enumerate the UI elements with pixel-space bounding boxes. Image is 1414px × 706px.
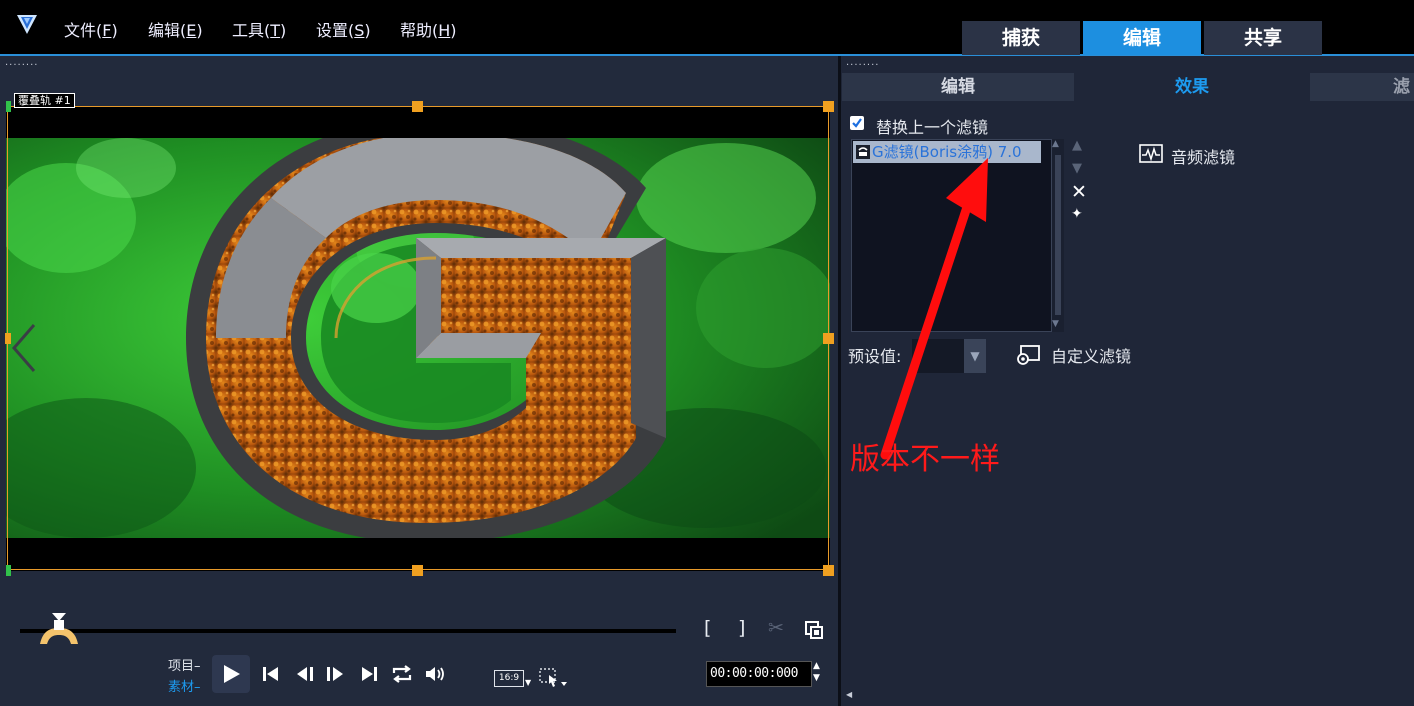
menu-edit-close: ) <box>196 21 203 40</box>
panel-grip-right[interactable]: ········ <box>846 61 879 71</box>
menu-help-key: H <box>438 21 451 40</box>
repeat-icon[interactable] <box>391 664 413 684</box>
tab-partial[interactable]: 滤 <box>1310 73 1414 101</box>
mode-tab-share[interactable]: 共享 <box>1204 21 1322 55</box>
selection-mode-icon[interactable] <box>539 668 569 688</box>
scroll-thumb[interactable] <box>1055 155 1061 315</box>
app-logo-icon[interactable] <box>16 12 38 36</box>
volume-icon[interactable] <box>424 664 446 684</box>
menu-edit-label: 编辑( <box>148 21 187 40</box>
mark-out-icon[interactable]: ] <box>738 617 745 639</box>
overlay-track-label: 覆叠轨 #1 <box>14 93 75 108</box>
audio-filter-icon[interactable] <box>1139 144 1163 164</box>
mode-tab-capture[interactable]: 捕获 <box>962 21 1080 55</box>
resize-handle-top[interactable] <box>412 101 423 112</box>
resize-handle-bottom[interactable] <box>412 565 423 576</box>
previous-frame-icon[interactable] <box>296 666 316 682</box>
replace-filter-checkbox[interactable] <box>850 116 864 130</box>
menu-file-label: 文件( <box>64 21 103 40</box>
corner-handle-top-left[interactable] <box>6 101 11 112</box>
tab-edit[interactable]: 编辑 <box>842 73 1074 101</box>
menu-help-close: ) <box>450 21 457 40</box>
mode-tab-edit[interactable]: 编辑 <box>1083 21 1201 55</box>
annotation-text: 版本不一样 <box>850 442 1000 477</box>
aspect-ratio-button[interactable]: 16:9 <box>494 670 524 687</box>
menu-tools-label: 工具( <box>232 21 271 40</box>
menu-settings-key: S <box>354 21 365 40</box>
delete-filter-icon[interactable]: ✕ <box>1071 181 1087 203</box>
menu-edit-key: E <box>186 21 197 40</box>
copy-frame-icon[interactable] <box>804 620 824 640</box>
menu-settings-close: ) <box>364 21 371 40</box>
menu-file-close: ) <box>111 21 118 40</box>
project-mode-toggle[interactable]: 项目– <box>168 655 201 674</box>
prev-arrow-icon[interactable] <box>10 322 38 374</box>
timecode-field[interactable]: 00:00:00:000 <box>706 661 812 687</box>
menu-tools-key: T <box>270 21 281 40</box>
resize-handle-right[interactable] <box>823 333 834 344</box>
panel-grip-left[interactable]: ········ <box>5 61 38 71</box>
play-button[interactable] <box>212 655 250 693</box>
audio-filter-label[interactable]: 音频滤镜 <box>1171 144 1235 168</box>
mark-in-icon[interactable]: [ <box>704 617 711 639</box>
next-frame-icon[interactable] <box>325 666 345 682</box>
corner-handle-bottom-left[interactable] <box>6 565 11 576</box>
move-up-icon[interactable]: ▲ <box>1072 138 1082 153</box>
clip-mode-label: 素材 <box>168 680 195 695</box>
menu-tools-close: ) <box>280 21 287 40</box>
checkmark-icon <box>852 118 862 128</box>
project-mode-label: 项目 <box>168 659 195 674</box>
menu-help[interactable]: 帮助(H) <box>400 17 457 41</box>
tab-effects[interactable]: 效果 <box>1076 73 1308 101</box>
menu-settings-label: 设置( <box>316 21 355 40</box>
menu-edit[interactable]: 编辑(E) <box>148 17 203 41</box>
resize-handle-top-right[interactable] <box>823 101 834 112</box>
go-to-end-icon[interactable] <box>360 666 378 682</box>
menu-settings[interactable]: 设置(S) <box>316 17 371 41</box>
go-to-start-icon[interactable] <box>262 666 280 682</box>
menu-help-label: 帮助( <box>400 21 439 40</box>
menu-tools[interactable]: 工具(T) <box>232 17 286 41</box>
filter-options-icon[interactable]: ✦ <box>1071 206 1083 222</box>
aspect-dropdown-icon[interactable]: ▼ <box>525 678 531 687</box>
clip-mode-toggle[interactable]: 素材– <box>168 676 201 695</box>
title-menu-bar: 文件(F) 编辑(E) 工具(T) 设置(S) 帮助(H) 捕获 编辑 共享 <box>0 0 1414 56</box>
scroll-up-icon[interactable]: ▲ <box>1052 139 1059 149</box>
menu-file[interactable]: 文件(F) <box>64 17 118 41</box>
scrub-bar[interactable] <box>20 629 676 633</box>
scrub-handle-icon[interactable] <box>37 610 81 646</box>
tab-partial-label: 滤 <box>1393 77 1410 97</box>
timecode-stepper[interactable]: ▲ ▼ <box>813 660 820 684</box>
split-clip-icon: ✂ <box>768 617 784 639</box>
custom-filter-icon[interactable] <box>1015 344 1041 366</box>
move-down-icon[interactable]: ▼ <box>1072 161 1082 176</box>
filter-item-icon <box>856 145 870 159</box>
custom-filter-label[interactable]: 自定义滤镜 <box>1051 343 1131 367</box>
annotation-arrow <box>880 158 988 460</box>
play-icon <box>224 665 240 683</box>
scroll-down-icon[interactable]: ▼ <box>1052 319 1059 329</box>
overlay-bounding-box[interactable] <box>7 106 829 570</box>
filter-list-scrollbar[interactable]: ▲ ▼ <box>1052 139 1064 332</box>
panel-collapse-icon[interactable]: ◀ <box>846 690 852 699</box>
replace-filter-label: 替换上一个滤镜 <box>876 118 989 137</box>
resize-handle-bottom-right[interactable] <box>823 565 834 576</box>
